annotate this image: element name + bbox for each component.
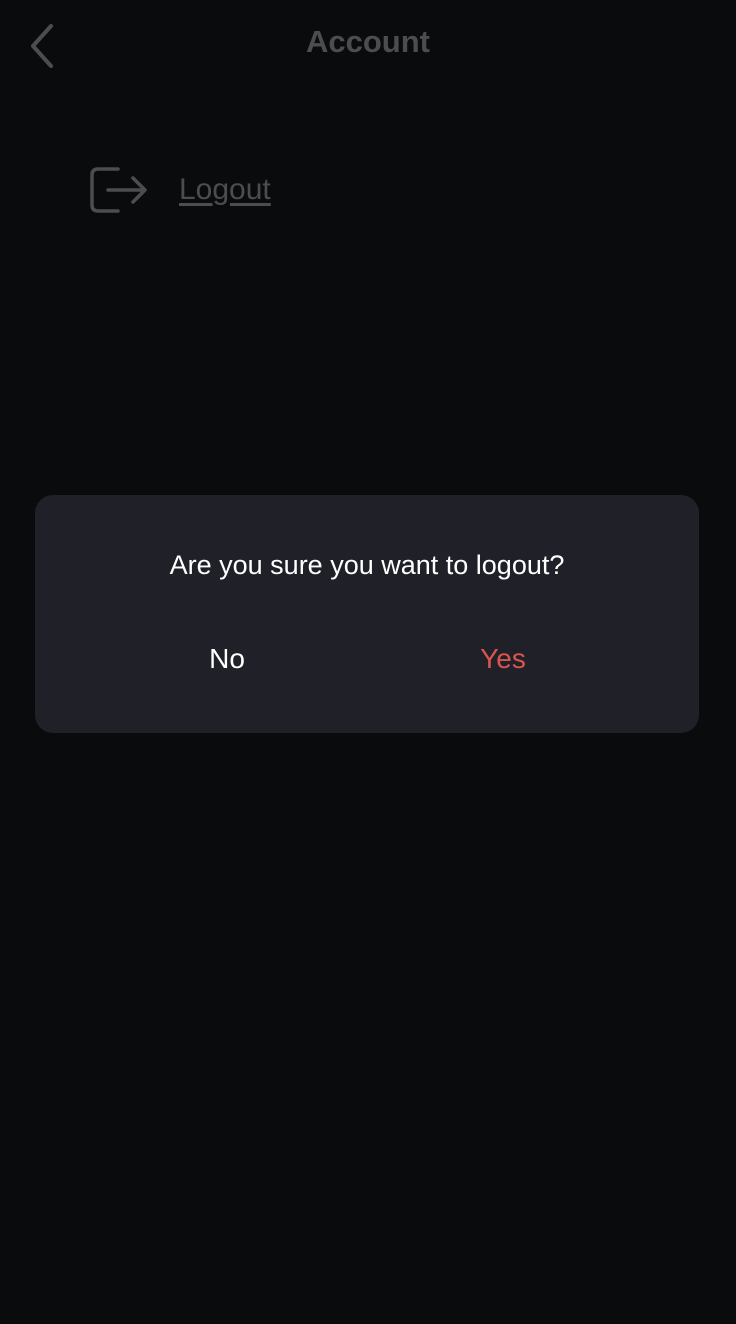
logout-menu-item[interactable]: Logout — [88, 162, 271, 218]
logout-link[interactable]: Logout — [179, 170, 271, 210]
header: Account — [0, 0, 736, 84]
logout-icon — [88, 164, 148, 216]
yes-button[interactable]: Yes — [461, 635, 545, 683]
logout-confirm-dialog: Are you sure you want to logout? No Yes — [35, 495, 699, 733]
dialog-message: Are you sure you want to logout? — [169, 550, 565, 580]
page-title: Account — [306, 24, 430, 59]
account-screen: Account Logout Are you sure you want to … — [0, 0, 736, 1324]
dialog-buttons: No Yes — [35, 635, 699, 683]
no-button[interactable]: No — [185, 635, 269, 683]
